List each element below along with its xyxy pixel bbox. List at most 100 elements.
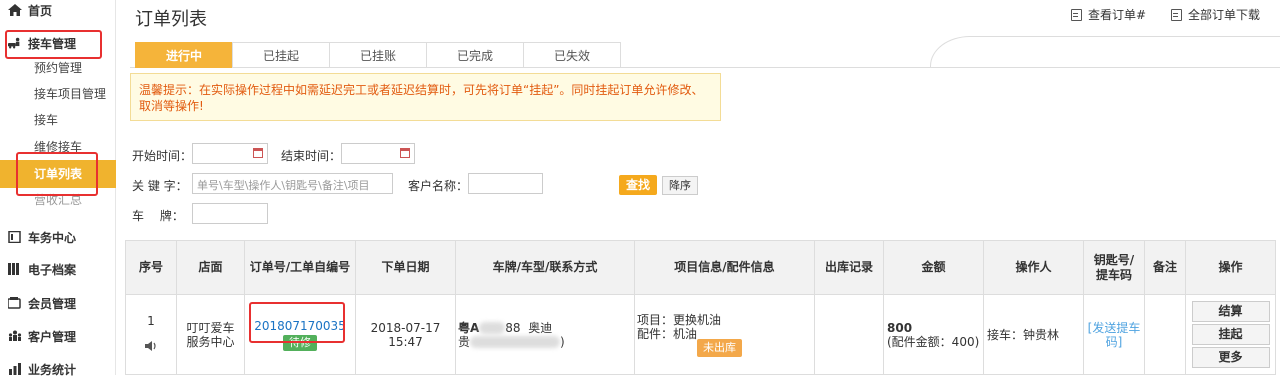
column-header: 操作人 [983, 240, 1084, 295]
contact-suffix: ) [560, 334, 565, 349]
notice-banner: 温馨提示：在实际操作过程中如需延迟完工或者延迟结算时，可先将订单“挂起”。同时挂… [130, 73, 721, 121]
view-order-label: 查看订单# [1088, 8, 1147, 22]
start-time-label: 开始时间： [132, 149, 193, 163]
column-header: 订单号/工单自编号 [244, 240, 356, 295]
cell-remark [1144, 294, 1186, 375]
column-header: 车牌/车型/联系方式 [455, 240, 635, 295]
column-header: 项目信息/配件信息 [634, 240, 815, 295]
cell-stock-record [814, 294, 884, 375]
redacted-plate [479, 322, 506, 334]
column-header: 操作 [1185, 240, 1276, 295]
highlight-box-order [249, 302, 345, 343]
plate-suffix: 88 [505, 320, 521, 335]
table-header-row: 序号 店面 订单号/工单自编号 下单日期 车牌/车型/联系方式 项目信息/配件信… [125, 240, 1276, 295]
archive-icon [8, 263, 19, 275]
plate-input[interactable] [192, 203, 268, 224]
not-shipped-badge: 未出库 [697, 338, 742, 357]
stats-icon [9, 363, 21, 375]
order-date: 2018-07-17 [370, 320, 441, 335]
plate-prefix: 粤A [458, 320, 480, 335]
column-header: 备注 [1144, 240, 1186, 295]
keyword-input[interactable]: 单号\车型\操作人\钥匙号\备注\项目 [192, 173, 393, 194]
customers-icon [8, 330, 22, 341]
sidebar-item-label: 客户管理 [28, 330, 77, 344]
cell-amount: 800 (配件金额：400) [883, 294, 984, 375]
column-header: 钥匙号/提车码 [1083, 240, 1145, 295]
speaker-icon[interactable] [144, 340, 158, 352]
parts-amount: (配件金额：400) [887, 334, 980, 349]
page-title: 订单列表 [135, 9, 207, 30]
project-info: 项目：更换机油 [637, 312, 722, 327]
clipboard-icon [8, 231, 21, 243]
suspend-button[interactable]: 挂起 [1191, 323, 1270, 345]
end-time-input[interactable] [341, 143, 415, 164]
column-header: 出库记录 [814, 240, 884, 295]
sidebar-item-label: 会员管理 [28, 297, 77, 311]
cell-actions: 结算 挂起 更多 [1185, 294, 1276, 375]
tab-suspended[interactable]: 已挂起 [232, 42, 330, 68]
sidebar-item-members[interactable]: 会员管理 [0, 292, 116, 316]
sidebar-item-archive[interactable]: 电子档案 [0, 258, 116, 282]
contact-info: 贵) [458, 335, 634, 349]
column-header: 序号 [125, 240, 177, 295]
redacted-contact [470, 336, 561, 348]
download-all-link[interactable]: 全部订单下载 [1171, 6, 1260, 23]
home-icon [8, 4, 22, 16]
document-icon [1171, 9, 1182, 21]
calendar-icon [400, 148, 410, 158]
orders-table: 序号 店面 订单号/工单自编号 下单日期 车牌/车型/联系方式 项目信息/配件信… [125, 240, 1276, 375]
start-time-input[interactable] [192, 143, 268, 164]
sidebar-item-label: 首页 [28, 4, 53, 18]
plate-model: 粤A 88 奥迪 [458, 321, 634, 335]
parts-info: 配件：机油 [637, 326, 698, 341]
tab-bar-curve [930, 36, 1280, 68]
tab-on-account[interactable]: 已挂账 [329, 42, 427, 68]
tab-in-progress[interactable]: 进行中 [135, 42, 233, 68]
send-pickup-code-link[interactable]: [发送提车码] [1088, 321, 1141, 349]
column-header: 金额 [883, 240, 984, 295]
car-model: 奥迪 [528, 320, 553, 335]
search-button[interactable]: 查找 [619, 175, 657, 195]
tab-completed[interactable]: 已完成 [426, 42, 524, 68]
sidebar-item-pickup-car[interactable]: 接车 [0, 108, 116, 132]
sidebar-item-pickup-project[interactable]: 接车项目管理 [0, 82, 116, 106]
end-time-label: 结束时间： [281, 149, 342, 163]
highlight-box-order-list [16, 152, 98, 196]
view-order-link[interactable]: 查看订单# [1071, 6, 1146, 23]
cell-order-no: 201807170035 待修 [244, 294, 356, 375]
sidebar-item-customers[interactable]: 客户管理 [0, 325, 116, 349]
table-row: 1 叮叮爱车服务中心 201807170035 待修 2018-07-17 15… [125, 294, 1276, 375]
order-time: 15:47 [388, 334, 423, 349]
cell-key-code: [发送提车码] [1083, 294, 1145, 375]
sidebar-item-appointment[interactable]: 预约管理 [0, 56, 116, 80]
cell-date: 2018-07-17 15:47 [355, 294, 456, 375]
contact-prefix: 贵 [458, 334, 471, 349]
cell-vehicle: 粤A 88 奥迪 贵) [455, 294, 635, 375]
sidebar-item-label: 电子档案 [28, 263, 77, 277]
sidebar-item-car-service[interactable]: 车务中心 [0, 226, 116, 250]
column-header: 店面 [176, 240, 245, 295]
download-all-label: 全部订单下载 [1188, 8, 1261, 22]
sidebar-item-stats[interactable]: 业务统计 [0, 358, 116, 382]
keyword-label: 关 键 字： [132, 179, 188, 193]
member-icon [8, 297, 21, 309]
customer-name-input[interactable] [468, 173, 543, 194]
sort-button[interactable]: 降序 [662, 176, 698, 195]
more-button[interactable]: 更多 [1191, 346, 1270, 368]
document-icon [1071, 9, 1082, 21]
plate-label: 车 牌： [132, 209, 184, 223]
highlight-box-pickup [5, 30, 102, 59]
cell-project: 项目：更换机油 配件：机油 未出库 [634, 294, 815, 375]
customer-name-label: 客户名称： [408, 179, 469, 193]
row-index: 1 [147, 314, 155, 328]
cell-store: 叮叮爱车服务中心 [176, 294, 245, 375]
calendar-icon [253, 148, 263, 158]
sidebar-item-home[interactable]: 首页 [0, 0, 116, 23]
cell-index: 1 [125, 294, 177, 375]
cell-operator: 接车：钟贵林 [983, 294, 1084, 375]
settle-button[interactable]: 结算 [1191, 300, 1270, 322]
sidebar-item-label: 车务中心 [28, 231, 77, 245]
tab-expired[interactable]: 已失效 [523, 42, 621, 68]
column-header: 下单日期 [355, 240, 456, 295]
amount-value: 800 [887, 320, 913, 335]
